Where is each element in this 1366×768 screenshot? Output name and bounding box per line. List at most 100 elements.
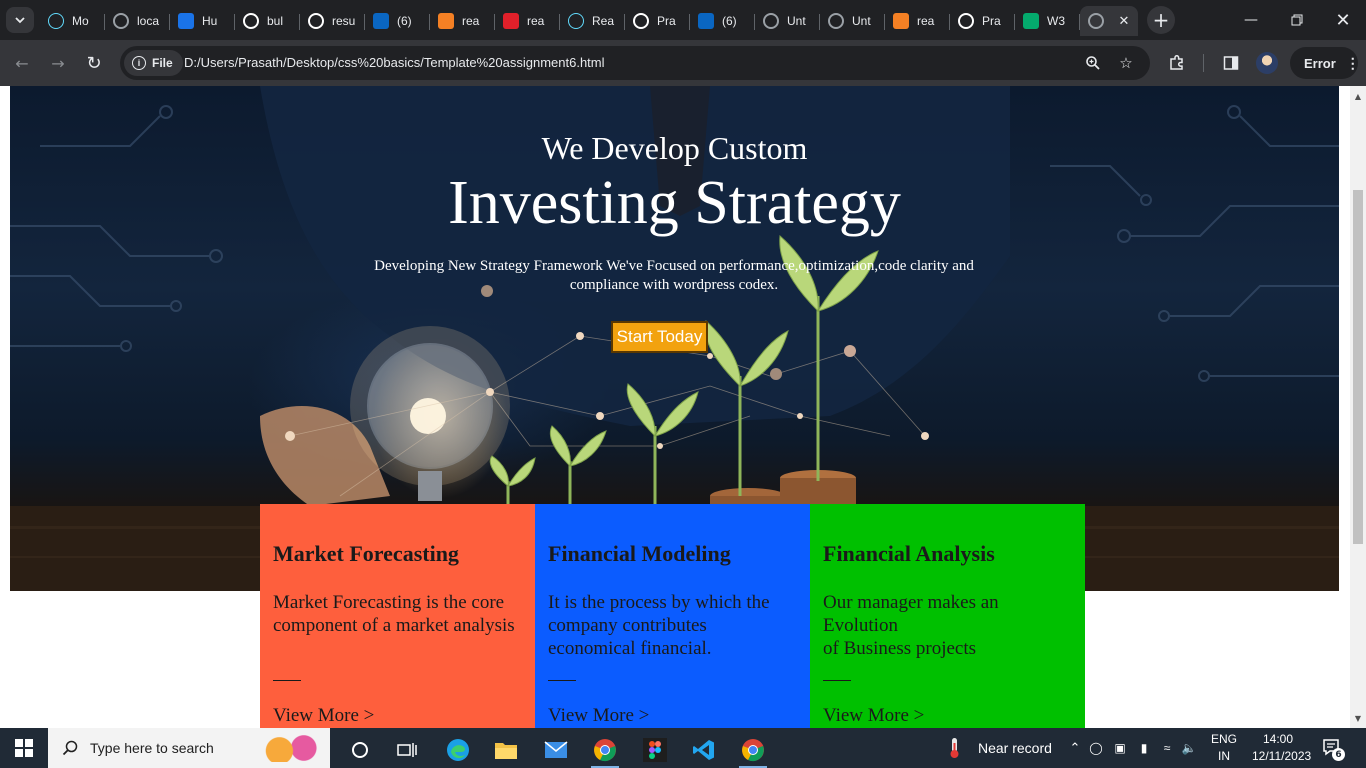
taskbar-edge[interactable] [438,732,478,768]
windows-logo-icon [15,739,33,757]
more-vertical-icon: ⋮ [1345,55,1360,71]
arrow-left-icon: ← [15,53,29,73]
star-icon: ☆ [1119,54,1133,72]
address-bar[interactable]: i File D:/Users/Prasath/Desktop/css%20ba… [120,46,1150,80]
hubspot-h-icon [178,13,194,29]
stack-overflow-icon [893,13,909,29]
folder-icon [495,743,517,759]
side-panel-icon [1223,56,1239,70]
browser-tab[interactable]: loca [105,6,170,36]
tab-search-button[interactable] [6,7,34,33]
scroll-up-arrow-icon[interactable]: ▲ [1350,88,1366,104]
browser-tab[interactable]: Rea [560,6,625,36]
error-button[interactable]: Error ⋮ [1290,47,1360,79]
notification-count: 6 [1332,748,1345,761]
browser-tab[interactable]: Hu [170,6,235,36]
battery-icon[interactable]: ▮ [1132,741,1156,755]
back-button[interactable]: ← [8,49,36,77]
view-more-link[interactable]: View More > [823,705,924,727]
card-body: It is the process by which the company c… [548,592,770,659]
card-title: Market Forecasting [273,541,459,566]
site-info-label: File [152,56,173,70]
card-divider [273,680,301,681]
extensions-button[interactable] [1165,51,1189,75]
chevron-up-icon[interactable]: ⌃ [1066,740,1084,756]
tab-title: Hu [202,14,218,28]
browser-tab[interactable]: resu [300,6,365,36]
browser-tab-active[interactable]: ✕ [1080,6,1138,36]
chrome-icon [742,739,764,762]
browser-tab[interactable]: W3 [1015,6,1080,36]
taskbar-chrome-2[interactable] [733,732,773,768]
start-today-button[interactable]: Start Today [611,321,708,353]
taskbar-vscode[interactable] [684,732,724,768]
weather-widget[interactable]: Near record [946,728,1052,768]
stack-overflow-icon [438,13,454,29]
reload-button[interactable]: ↻ [80,49,108,77]
taskbar-figma[interactable] [635,732,675,768]
side-panel-button[interactable] [1219,51,1243,75]
close-window-button[interactable]: ✕ [1320,0,1366,40]
minimize-button[interactable]: — [1228,0,1274,40]
taskbar-mail[interactable] [536,732,576,768]
tab-title: rea [527,14,545,28]
browser-tab[interactable]: rea [885,6,950,36]
forward-button[interactable]: → [44,49,72,77]
volume-icon[interactable]: 🔈 [1178,741,1200,755]
browser-tab[interactable]: Pra [950,6,1015,36]
browser-tab[interactable]: Unt [820,6,885,36]
browser-tab[interactable]: (6) [365,6,430,36]
scroll-down-arrow-icon[interactable]: ▼ [1350,710,1366,726]
edge-icon [447,739,469,761]
globe-icon [1088,13,1104,29]
windows-taskbar: Type here to search Near record ⌃ ◯ ▣ ▮ … [0,728,1366,768]
wifi-icon[interactable]: ≈ [1156,741,1178,755]
browser-tab[interactable]: Mo [40,6,105,36]
meet-now-icon[interactable]: ◯ [1084,741,1108,755]
taskbar-chrome-1[interactable] [585,732,625,768]
close-icon: ✕ [1335,9,1351,31]
bookmark-button[interactable]: ☆ [1117,54,1135,72]
zoom-icon [1086,56,1100,70]
browser-tab[interactable]: rea [430,6,495,36]
browser-tab[interactable]: Pra [625,6,690,36]
region-code: IN [1218,749,1230,763]
language-indicator[interactable]: ENG IN [1208,731,1240,765]
notification-center-button[interactable]: 6 [1322,738,1345,761]
network-drive-icon[interactable]: ▣ [1108,741,1132,755]
system-clock[interactable]: 14:00 12/11/2023 [1252,731,1311,765]
browser-tab[interactable]: rea [495,6,560,36]
zoom-button[interactable] [1084,54,1102,72]
task-view-button[interactable] [387,732,427,768]
view-more-link[interactable]: View More > [548,705,649,727]
weather-text: Near record [978,740,1052,756]
new-tab-button[interactable]: + [1147,6,1175,34]
profile-avatar[interactable] [1256,52,1278,74]
scrollbar-thumb[interactable] [1353,190,1363,544]
browser-tab[interactable]: (6) [690,6,755,36]
restore-button[interactable] [1274,0,1320,40]
site-info-chip[interactable]: i File [124,50,183,76]
cortana-button[interactable] [340,732,380,768]
browser-tab[interactable]: bul [235,6,300,36]
globe-icon [828,13,844,29]
taskbar-file-explorer[interactable] [486,732,526,768]
browser-tab[interactable]: Unt [755,6,820,36]
tab-title: loca [137,14,160,28]
search-icon [62,740,78,756]
system-tray-icons: ⌃ ◯ ▣ ▮ ≈ 🔈 [1066,728,1200,768]
close-tab-icon[interactable]: ✕ [1116,13,1132,29]
tab-title: Rea [592,14,615,28]
mail-icon [544,741,568,758]
thermometer-icon [950,738,959,758]
page-scrollbar[interactable]: ▲ ▼ [1350,86,1366,728]
tab-title: W3 [1047,14,1065,28]
search-placeholder: Type here to search [90,740,214,756]
start-button[interactable] [0,728,48,768]
minimize-icon: — [1244,12,1258,28]
card-body: Our manager makes an Evolution of Busine… [823,592,999,659]
tab-title: rea [462,14,480,28]
url-text[interactable]: D:/Users/Prasath/Desktop/css%20basics/Te… [184,55,605,70]
view-more-link[interactable]: View More > [273,705,374,727]
taskbar-search-box[interactable]: Type here to search [48,728,330,768]
